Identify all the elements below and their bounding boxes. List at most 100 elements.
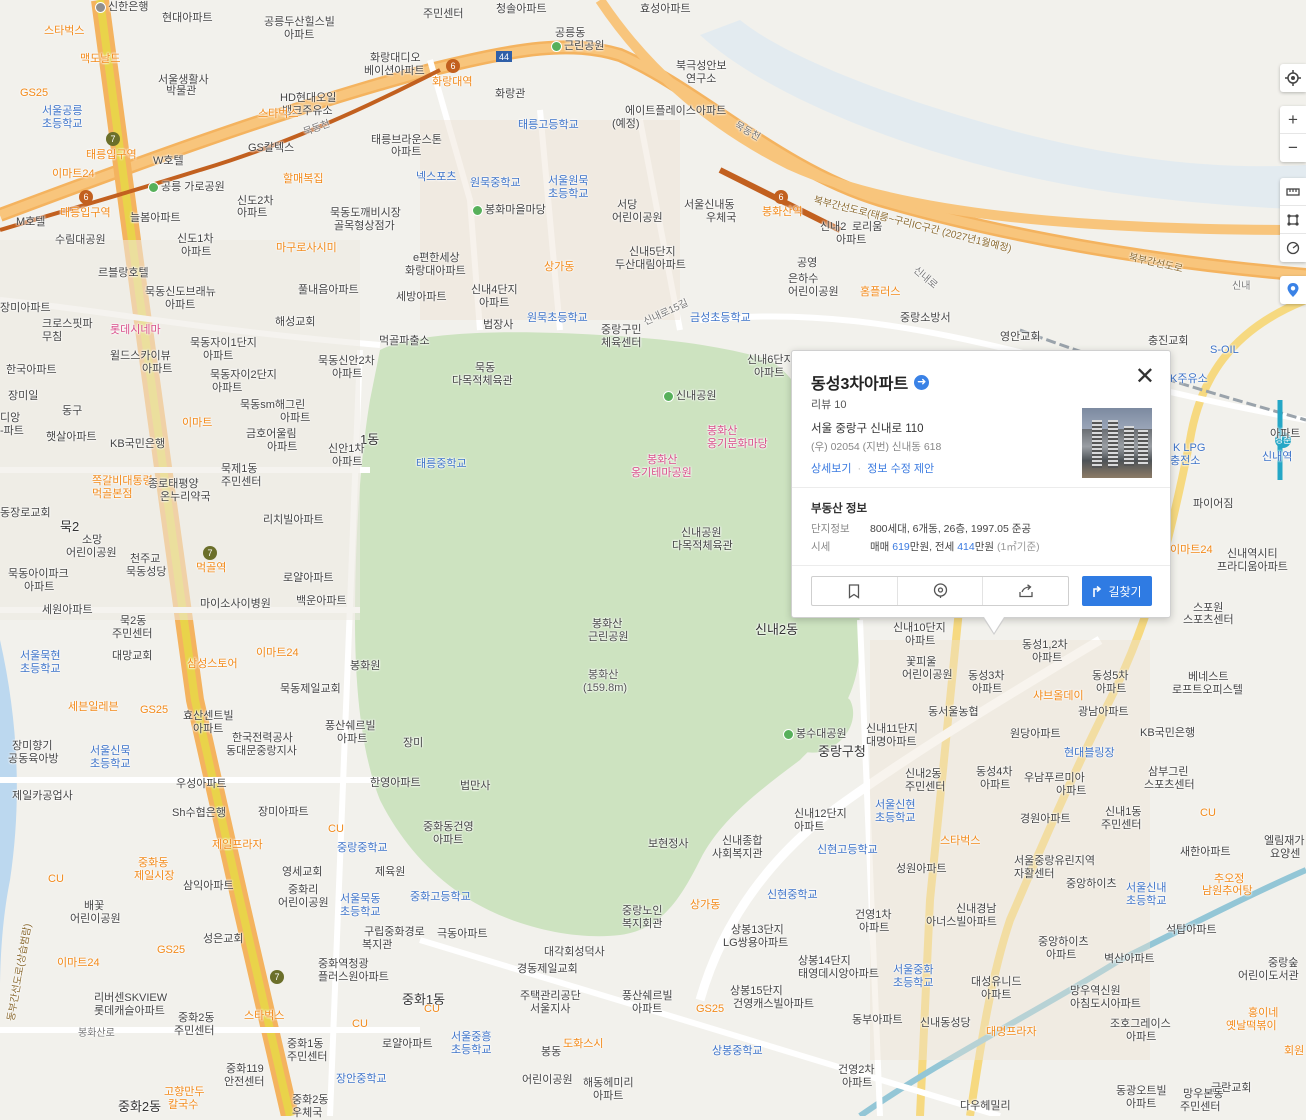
- map-label[interactable]: 어린이공원: [612, 212, 663, 225]
- map-label[interactable]: 원묵중학교: [470, 177, 521, 190]
- map-label[interactable]: 무침: [42, 331, 62, 344]
- map-label[interactable]: 옹기테마공원: [631, 467, 692, 480]
- map-label[interactable]: 경동제일교회: [517, 963, 578, 976]
- map-label[interactable]: 태릉고등학교: [518, 119, 579, 132]
- map-label[interactable]: 서울신내동: [684, 199, 735, 212]
- map-label[interactable]: 스포츠센터: [1183, 614, 1234, 627]
- map-label[interactable]: e편한세상: [413, 252, 460, 265]
- map-label[interactable]: -파트: [0, 425, 24, 438]
- map-label[interactable]: 효산센트빌: [183, 710, 234, 723]
- map-label[interactable]: 아파트: [905, 635, 935, 648]
- radius-icon[interactable]: [1280, 234, 1306, 262]
- map-label[interactable]: 아파트: [980, 779, 1010, 792]
- map-label[interactable]: 맥도날드: [80, 53, 120, 66]
- map-label[interactable]: 주민센터: [1101, 819, 1141, 832]
- area-measure-icon[interactable]: [1280, 206, 1306, 234]
- map-label[interactable]: 아파트: [237, 207, 267, 220]
- map-label[interactable]: 자활센터: [1014, 868, 1054, 881]
- map-label[interactable]: 청솔아파트: [496, 3, 547, 16]
- map-label[interactable]: 박물관: [166, 85, 196, 98]
- map-label[interactable]: 장미향기: [12, 740, 52, 753]
- map-label[interactable]: 해성교회: [275, 316, 315, 329]
- map-label[interactable]: 아너스빌아파트: [926, 916, 997, 929]
- map-label[interactable]: 아파트: [1270, 428, 1300, 441]
- map-label[interactable]: 묵2: [60, 519, 79, 535]
- map-label[interactable]: 로프트오피스텔: [1172, 684, 1243, 697]
- map-label[interactable]: 아파트: [165, 299, 195, 312]
- map-label[interactable]: 장미: [403, 737, 423, 750]
- map-label[interactable]: 충진교회: [1148, 335, 1188, 348]
- map-label[interactable]: 한영아파트: [370, 777, 421, 790]
- map-label[interactable]: 대명아파트: [866, 736, 917, 749]
- map-label[interactable]: (159.8m): [583, 682, 627, 695]
- map-label[interactable]: 주민센터: [221, 476, 261, 489]
- place-title[interactable]: 동성3차아파트: [811, 370, 908, 394]
- map-label[interactable]: GS25: [696, 1003, 724, 1016]
- map-label[interactable]: 중화1동: [287, 1038, 323, 1051]
- map-label[interactable]: 아파트: [203, 350, 233, 363]
- map-label[interactable]: 법만사: [460, 780, 490, 793]
- map-label[interactable]: 신안1차: [328, 443, 364, 456]
- map-label[interactable]: KB국민은행: [110, 438, 165, 451]
- map-label[interactable]: 아파트: [632, 1003, 662, 1016]
- map-label[interactable]: 아파트: [1046, 949, 1076, 962]
- map-label[interactable]: 건영캐스빌아파트: [733, 998, 814, 1011]
- map-label[interactable]: 아파트: [142, 363, 172, 376]
- map-label[interactable]: 중화동건영: [423, 821, 474, 834]
- map-label[interactable]: 초등학교: [340, 906, 380, 919]
- map-label[interactable]: 어린이공원: [788, 286, 839, 299]
- map-label[interactable]: 장미아파트: [0, 302, 51, 315]
- map-label[interactable]: 삼부그린: [1148, 766, 1188, 779]
- map-label[interactable]: 북극성안보: [676, 60, 727, 73]
- map-label[interactable]: 대명프라자: [986, 1026, 1037, 1039]
- map-label[interactable]: 동성1,2차: [1022, 639, 1068, 652]
- place-link-arrow-icon[interactable]: ➜: [914, 374, 930, 390]
- map-label[interactable]: 동대문중랑지사: [226, 745, 297, 758]
- map-label[interactable]: 고향만두: [164, 1086, 204, 1099]
- map-label[interactable]: 망우본동: [1183, 1088, 1223, 1101]
- map-label[interactable]: 상가동: [690, 899, 720, 912]
- map-label[interactable]: 충전소: [1170, 455, 1200, 468]
- map-label[interactable]: 동부아파트: [852, 1014, 903, 1027]
- map-label[interactable]: 엘림재가: [1264, 835, 1304, 848]
- map-label[interactable]: 중랑숲: [1268, 957, 1298, 970]
- map-label[interactable]: 아파트: [212, 382, 242, 395]
- map-label[interactable]: 신현중학교: [767, 889, 818, 902]
- map-label[interactable]: 서울원묵: [548, 175, 588, 188]
- map-label[interactable]: 다목적체육관: [452, 375, 513, 388]
- map-label[interactable]: 수림대공원: [55, 234, 106, 247]
- map-label[interactable]: K LPG: [1173, 442, 1205, 455]
- map-label[interactable]: 해동헤미리: [583, 1077, 634, 1090]
- map-label[interactable]: KB국민은행: [1140, 727, 1195, 740]
- map-label[interactable]: 아파트: [391, 146, 421, 159]
- map-label[interactable]: 로얄아파트: [283, 572, 334, 585]
- map-label[interactable]: 샤브올데이: [1033, 690, 1084, 703]
- review-count[interactable]: 리뷰 10: [811, 396, 847, 412]
- map-label[interactable]: 플러스원아파트: [318, 971, 389, 984]
- map-label[interactable]: 복지회관: [622, 918, 662, 931]
- map-label[interactable]: 주민센터: [112, 628, 152, 641]
- map-label[interactable]: CU: [352, 1018, 368, 1031]
- map-label[interactable]: 아파트: [284, 29, 314, 42]
- map-label[interactable]: 우성아파트: [176, 778, 227, 791]
- map-label[interactable]: 상봉15단지: [730, 985, 783, 998]
- route-button[interactable]: 길찾기: [1082, 576, 1152, 606]
- map-label[interactable]: 에이트플레이스아파트: [625, 105, 726, 118]
- map-label[interactable]: 아파트: [332, 456, 362, 469]
- map-label[interactable]: LG쌍용아파트: [723, 937, 788, 950]
- current-location-icon[interactable]: [1280, 64, 1306, 92]
- map-label[interactable]: 종로태평양: [148, 478, 199, 491]
- map-label[interactable]: 도화스시: [563, 1038, 603, 1051]
- map-label[interactable]: 화랑대역: [432, 76, 472, 89]
- map-label[interactable]: 천주교: [130, 553, 160, 566]
- map-label[interactable]: 새한아파트: [1180, 846, 1231, 859]
- map-label[interactable]: 아파트: [972, 683, 1002, 696]
- map-label[interactable]: 아파트: [24, 581, 54, 594]
- map-label[interactable]: 어린이공원: [66, 547, 117, 560]
- map-label[interactable]: 봉수대공원: [783, 728, 847, 741]
- map-label[interactable]: 주민센터: [287, 1051, 327, 1064]
- map-label[interactable]: 공릉 가로공원: [148, 181, 225, 194]
- map-label[interactable]: 삼익아파트: [183, 880, 234, 893]
- map-label[interactable]: 먹골본점: [92, 488, 132, 501]
- map-label[interactable]: 제일카공업사: [12, 790, 73, 803]
